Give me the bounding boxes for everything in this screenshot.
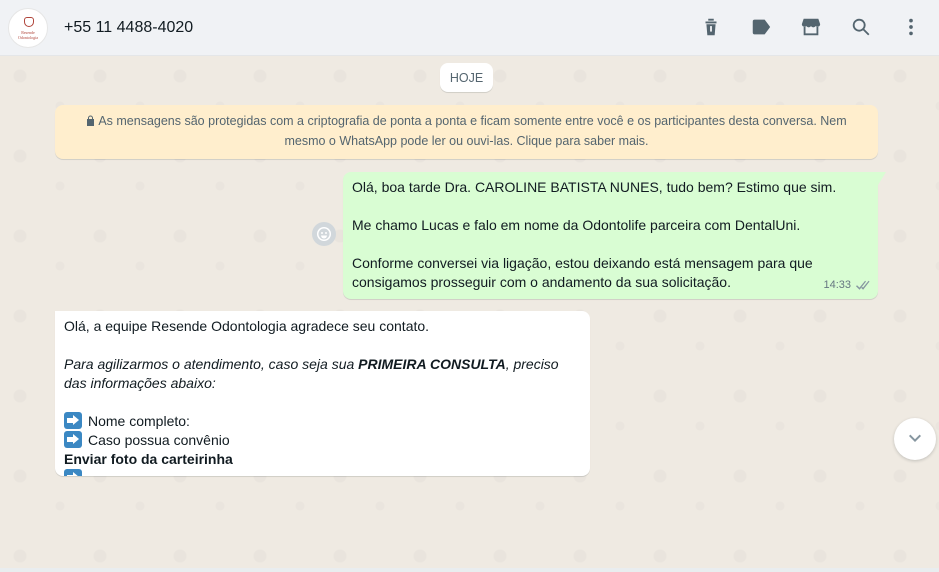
encryption-text: As mensagens são protegidas com a cripto…	[98, 114, 847, 148]
tooth-logo-icon	[24, 16, 34, 27]
list-item: Caso possua convênio	[64, 431, 581, 450]
message-time: 14:33	[823, 279, 851, 291]
list-item: Nome completo:	[64, 412, 581, 431]
search-icon[interactable]	[849, 15, 873, 39]
incoming-message[interactable]: Olá, a equipe Resende Odontologia agrade…	[55, 311, 590, 476]
scroll-to-bottom-button[interactable]	[894, 418, 936, 460]
label-icon[interactable]	[749, 15, 773, 39]
chat-panel[interactable]: HOJE As mensagens são protegidas com a c…	[0, 56, 939, 568]
list-item	[64, 469, 581, 476]
chat-header: Resende Odontologia +55 11 4488-4020	[0, 0, 939, 56]
emoji-reaction-button[interactable]	[312, 222, 336, 246]
contact-name[interactable]: +55 11 4488-4020	[64, 19, 193, 37]
menu-icon[interactable]	[899, 15, 923, 39]
right-arrow-icon	[64, 431, 82, 448]
chevron-down-icon	[909, 434, 921, 442]
message-text: Olá, boa tarde Dra. CAROLINE BATISTA NUN…	[352, 179, 837, 195]
footer-strip	[0, 568, 939, 572]
store-icon[interactable]	[799, 15, 823, 39]
message-text: Enviar foto da carteirinha	[64, 451, 233, 467]
right-arrow-icon	[64, 469, 82, 476]
right-arrow-icon	[64, 412, 82, 429]
message-text: Para agilizarmos o atendimento, caso sej…	[64, 356, 559, 391]
outgoing-message[interactable]: Olá, boa tarde Dra. CAROLINE BATISTA NUN…	[343, 172, 886, 299]
date-chip: HOJE	[440, 63, 493, 92]
lock-icon	[86, 112, 95, 126]
delete-icon[interactable]	[699, 15, 723, 39]
message-text: Olá, a equipe Resende Odontologia agrade…	[64, 318, 430, 334]
double-check-icon	[856, 280, 870, 290]
encryption-notice[interactable]: As mensagens são protegidas com a cripto…	[55, 105, 878, 159]
message-meta: 14:33	[823, 276, 870, 295]
message-text: Me chamo Lucas e falo em nome da Odontol…	[352, 217, 801, 233]
message-text: Conforme conversei via ligação, estou de…	[352, 255, 813, 290]
contact-avatar[interactable]: Resende Odontologia	[8, 7, 48, 48]
bubble-tail	[878, 172, 886, 185]
avatar-logo-text: Resende Odontologia	[18, 29, 38, 40]
